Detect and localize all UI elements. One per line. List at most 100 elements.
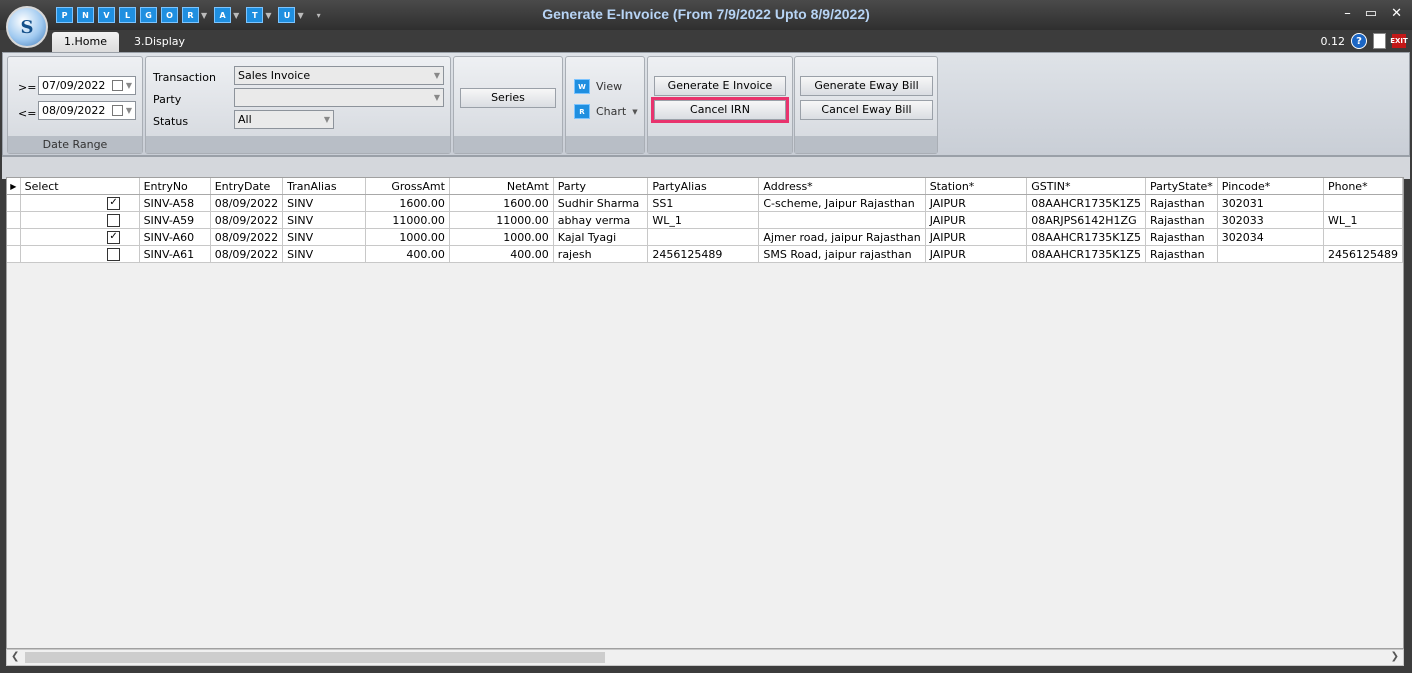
horizontal-scrollbar[interactable]: ❮ ❯ xyxy=(6,649,1404,666)
column-header[interactable]: TranAlias xyxy=(282,178,366,195)
tab-display[interactable]: 3.Display xyxy=(122,32,197,52)
row-select-checkbox[interactable]: ✓ xyxy=(107,196,121,210)
cell-net[interactable]: 400.00 xyxy=(449,245,554,263)
cell-phone[interactable]: 2456125489 xyxy=(1323,245,1403,263)
table-row[interactable]: ✓ SINV-A60 08/09/2022 SINV 1000.00 1000.00 Kaj… xyxy=(7,228,1403,246)
cell-pincode[interactable]: 302031 xyxy=(1217,194,1325,212)
row-select-checkbox[interactable]: ✓ xyxy=(107,230,121,244)
column-header[interactable]: EntryNo xyxy=(139,178,211,195)
generate-eway-bill-button[interactable]: Generate Eway Bill xyxy=(800,76,933,96)
chart-button[interactable]: R Chart ▼ xyxy=(574,104,638,119)
scrollbar-thumb[interactable] xyxy=(25,652,605,663)
column-header[interactable]: GrossAmt xyxy=(365,178,450,195)
scroll-left-icon[interactable]: ❮ xyxy=(11,651,19,662)
column-header[interactable]: Address* xyxy=(758,178,926,195)
table-row[interactable]: SINV-A59 08/09/2022 SINV 11000.00 11000.00 ab… xyxy=(7,211,1403,229)
column-header[interactable]: GSTIN* xyxy=(1026,178,1146,195)
cell-net[interactable]: 11000.00 xyxy=(449,211,554,229)
cell-tran-alias[interactable]: SINV xyxy=(282,245,366,263)
cell-entry-no[interactable]: SINV-A60 xyxy=(139,228,211,246)
row-indicator[interactable] xyxy=(7,228,21,246)
cell-address[interactable]: Ajmer road, jaipur Rajasthan xyxy=(758,228,926,246)
status-select[interactable]: All ▼ xyxy=(234,110,334,129)
generate-e-invoice-button[interactable]: Generate E Invoice xyxy=(654,76,786,96)
cell-party[interactable]: rajesh xyxy=(553,245,649,263)
column-header[interactable]: EntryDate xyxy=(210,178,284,195)
column-header[interactable]: PartyAlias xyxy=(647,178,760,195)
view-button[interactable]: W View xyxy=(574,79,622,94)
row-select-checkbox[interactable] xyxy=(107,213,121,227)
cell-phone[interactable] xyxy=(1323,228,1403,246)
document-icon[interactable] xyxy=(1373,33,1386,49)
column-header[interactable]: Station* xyxy=(925,178,1028,195)
transaction-select[interactable]: Sales Invoice ▼ xyxy=(234,66,444,85)
cell-entry-date[interactable]: 08/09/2022 xyxy=(210,228,284,246)
to-date-field[interactable]: 08/09/2022 ▼ xyxy=(38,101,136,120)
row-indicator[interactable] xyxy=(7,211,21,229)
cell-party[interactable]: Sudhir Sharma xyxy=(553,194,649,212)
cell-net[interactable]: 1600.00 xyxy=(449,194,554,212)
cell-net[interactable]: 1000.00 xyxy=(449,228,554,246)
column-header[interactable]: NetAmt xyxy=(449,178,554,195)
cell-phone[interactable]: WL_1 xyxy=(1323,211,1403,229)
row-indicator[interactable] xyxy=(7,245,21,263)
chevron-down-icon[interactable]: ▼ xyxy=(434,67,440,84)
cell-gstin[interactable]: 08ARJPS6142H1ZG xyxy=(1026,211,1146,229)
cell-entry-no[interactable]: SINV-A61 xyxy=(139,245,211,263)
cell-party-alias[interactable] xyxy=(647,228,760,246)
cell-party[interactable]: Kajal Tyagi xyxy=(553,228,649,246)
cell-entry-date[interactable]: 08/09/2022 xyxy=(210,245,284,263)
cell-tran-alias[interactable]: SINV xyxy=(282,194,366,212)
cell-state[interactable]: Rajasthan xyxy=(1145,194,1218,212)
cell-entry-date[interactable]: 08/09/2022 xyxy=(210,194,284,212)
cell-gross[interactable]: 1000.00 xyxy=(365,228,450,246)
calendar-icon[interactable] xyxy=(112,80,123,91)
cell-party-alias[interactable]: 2456125489 xyxy=(647,245,760,263)
cell-station[interactable]: JAIPUR xyxy=(925,228,1028,246)
cell-party[interactable]: abhay verma xyxy=(553,211,649,229)
cell-gross[interactable]: 1600.00 xyxy=(365,194,450,212)
cell-pincode[interactable]: 302033 xyxy=(1217,211,1325,229)
cell-state[interactable]: Rajasthan xyxy=(1145,211,1218,229)
cell-tran-alias[interactable]: SINV xyxy=(282,228,366,246)
cell-state[interactable]: Rajasthan xyxy=(1145,245,1218,263)
exit-icon[interactable]: EXIT xyxy=(1390,34,1408,48)
column-header[interactable]: Select xyxy=(20,178,140,195)
tab-home[interactable]: 1.Home xyxy=(52,32,119,52)
invoice-grid[interactable]: ▶ Select EntryNo EntryDate TranAlias GrossAmt… xyxy=(6,177,1404,649)
table-row[interactable]: ✓ SINV-A58 08/09/2022 SINV 1600.00 1600.00 Sud… xyxy=(7,194,1403,212)
cell-pincode[interactable]: 302034 xyxy=(1217,228,1325,246)
calendar-icon[interactable] xyxy=(112,105,123,116)
cell-gstin[interactable]: 08AAHCR1735K1Z5 xyxy=(1026,194,1146,212)
cell-station[interactable]: JAIPUR xyxy=(925,194,1028,212)
cell-entry-no[interactable]: SINV-A59 xyxy=(139,211,211,229)
cell-station[interactable]: JAIPUR xyxy=(925,245,1028,263)
cell-address[interactable]: SMS Road, jaipur rajasthan xyxy=(758,245,926,263)
column-header[interactable]: Phone* xyxy=(1323,178,1403,195)
close-icon[interactable]: ✕ xyxy=(1391,6,1402,21)
row-indicator[interactable] xyxy=(7,194,21,212)
party-select[interactable]: ▼ xyxy=(234,88,444,107)
cancel-eway-bill-button[interactable]: Cancel Eway Bill xyxy=(800,100,933,120)
column-header[interactable]: PartyState* xyxy=(1145,178,1218,195)
cell-entry-date[interactable]: 08/09/2022 xyxy=(210,211,284,229)
cell-gstin[interactable]: 08AAHCR1735K1Z5 xyxy=(1026,245,1146,263)
chevron-down-icon[interactable]: ▼ xyxy=(126,77,132,94)
from-date-field[interactable]: 07/09/2022 ▼ xyxy=(38,76,136,95)
cell-address[interactable] xyxy=(758,211,926,229)
cell-party-alias[interactable]: WL_1 xyxy=(647,211,760,229)
cell-state[interactable]: Rajasthan xyxy=(1145,228,1218,246)
cancel-irn-button[interactable]: Cancel IRN xyxy=(651,97,789,123)
chevron-down-icon[interactable]: ▼ xyxy=(434,89,440,106)
cell-gross[interactable]: 400.00 xyxy=(365,245,450,263)
minimize-icon[interactable]: – xyxy=(1344,6,1351,21)
cell-party-alias[interactable]: SS1 xyxy=(647,194,760,212)
cell-entry-no[interactable]: SINV-A58 xyxy=(139,194,211,212)
cell-address[interactable]: C-scheme, Jaipur Rajasthan xyxy=(758,194,926,212)
chevron-down-icon[interactable]: ▼ xyxy=(632,108,637,116)
help-icon[interactable]: ? xyxy=(1351,33,1367,49)
cell-tran-alias[interactable]: SINV xyxy=(282,211,366,229)
table-row[interactable]: SINV-A61 08/09/2022 SINV 400.00 400.00 rajesh… xyxy=(7,245,1403,263)
column-header[interactable]: Pincode* xyxy=(1217,178,1325,195)
scroll-right-icon[interactable]: ❯ xyxy=(1391,651,1399,662)
